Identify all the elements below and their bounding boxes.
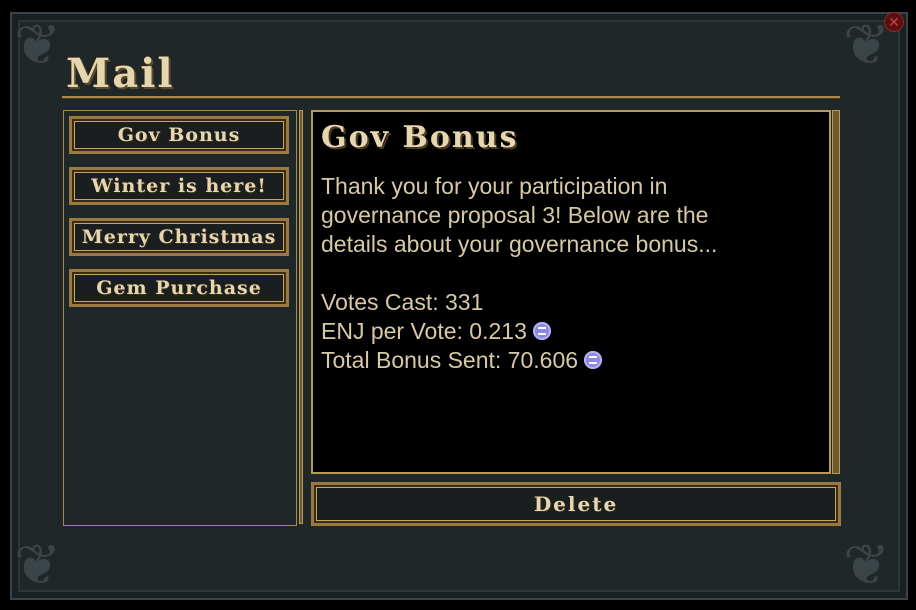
mail-item-winter-is-here[interactable]: Winter is here! xyxy=(69,167,289,205)
close-icon[interactable]: ✕ xyxy=(884,12,904,32)
message-body: Thank you for your participation in gove… xyxy=(321,172,811,375)
message-line: details about your governance bonus... xyxy=(321,231,718,257)
total-bonus-sent: Total Bonus Sent: 70.606 xyxy=(321,347,579,373)
message-panel: Gov Bonus Thank you for your participati… xyxy=(311,110,831,474)
list-scrollbar[interactable] xyxy=(299,110,303,524)
message-line: Thank you for your participation in xyxy=(321,173,668,199)
enj-coin-icon xyxy=(584,350,603,369)
enj-per-vote: ENJ per Vote: 0.213 xyxy=(321,318,527,344)
message-line: governance proposal 3! Below are the xyxy=(321,202,709,228)
corner-ornament: ❦ xyxy=(843,13,890,78)
corner-ornament: ❦ xyxy=(14,533,61,598)
corner-ornament: ❦ xyxy=(843,533,890,598)
enj-coin-icon xyxy=(532,321,551,340)
corner-ornament: ❦ xyxy=(14,13,61,78)
title-divider xyxy=(62,96,840,99)
enj-per-vote-row: ENJ per Vote: 0.213 xyxy=(321,317,811,346)
window-title: Mail xyxy=(66,50,175,97)
message-title: Gov Bonus xyxy=(321,120,519,155)
mail-item-gem-purchase[interactable]: Gem Purchase xyxy=(69,269,289,307)
total-bonus-row: Total Bonus Sent: 70.606 xyxy=(321,346,811,375)
message-scrollbar[interactable] xyxy=(832,110,840,474)
votes-cast: Votes Cast: 331 xyxy=(321,289,484,315)
mail-list: Gov Bonus Winter is here! Merry Christma… xyxy=(63,110,297,526)
delete-button[interactable]: Delete xyxy=(311,482,841,526)
mail-item-gov-bonus[interactable]: Gov Bonus xyxy=(69,116,289,154)
mail-item-merry-christmas[interactable]: Merry Christmas xyxy=(69,218,289,256)
